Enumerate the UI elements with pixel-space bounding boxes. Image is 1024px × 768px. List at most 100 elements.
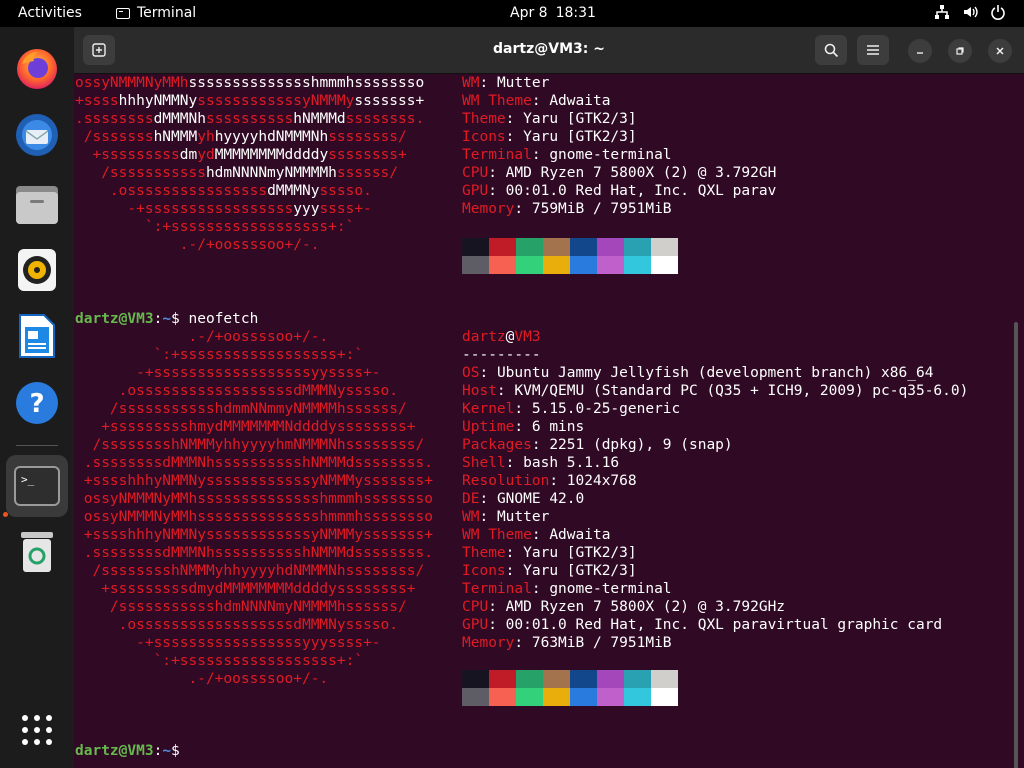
dock-show-apps[interactable] xyxy=(6,699,68,761)
art-fragment: ssssss/ xyxy=(336,165,399,181)
info-line: DE: GNOME 42.0 xyxy=(462,490,584,508)
info-colon: : xyxy=(479,75,497,91)
info-line: GPU: 00:01.0 Red Hat, Inc. QXL paravirtu… xyxy=(462,616,942,634)
art-line: +sssssssssdmydMMMMMMMMddddyssssssss+ xyxy=(75,581,416,597)
prompt-symbol: $ xyxy=(171,743,180,759)
activities-button[interactable]: Activities xyxy=(18,5,82,21)
info-colon: : xyxy=(531,147,550,163)
dock-trash[interactable] xyxy=(6,521,68,583)
info-line: Kernel: 5.15.0-25-generic xyxy=(462,400,680,418)
prompt-path: ~ xyxy=(162,743,172,759)
color-swatch xyxy=(489,688,516,706)
art-line: .ssssssssdMMMNhsssssssssshNMMMdssssssss. xyxy=(75,110,424,128)
prompt-symbol: $ xyxy=(171,311,180,327)
color-swatch xyxy=(570,238,597,256)
info-key: GPU xyxy=(462,617,489,633)
dock: ? >_ xyxy=(0,27,74,768)
info-colon: : xyxy=(479,491,497,507)
art-fragment: hNMMMd xyxy=(293,111,346,127)
art-fragment: yd xyxy=(197,147,215,163)
power-icon xyxy=(990,4,1006,20)
dock-thunderbird[interactable] xyxy=(6,104,68,166)
art-line: +sssshhhyNMMNyssssssssssssyNMMMysssssss+ xyxy=(75,473,433,489)
art-line: .ssssssssdMMMNhsssssssssshNMMMdssssssss. xyxy=(75,455,433,471)
info-value: AMD Ryzen 7 5800X (2) @ 3.792GHz xyxy=(505,599,786,615)
app-menu-button[interactable]: Terminal xyxy=(116,5,196,21)
info-key: Icons xyxy=(462,563,506,579)
dock-firefox[interactable] xyxy=(6,38,68,100)
info-value: gnome-terminal xyxy=(549,147,672,163)
info-value: 00:01.0 Red Hat, Inc. QXL paravirtual gr… xyxy=(505,617,943,633)
color-swatch xyxy=(489,256,516,274)
art-fragment: ssssssss/ xyxy=(328,129,407,145)
info-value: Yaru [GTK2/3] xyxy=(523,129,637,145)
search-button[interactable] xyxy=(815,35,847,65)
info-key: WM Theme xyxy=(462,527,532,543)
dock-terminal[interactable]: >_ xyxy=(6,455,68,517)
art-line: +ssssssssshmydMMMMMMMNddddyssssssss+ xyxy=(75,419,416,435)
header-underline: --------- xyxy=(462,347,541,363)
color-swatch xyxy=(570,688,597,706)
scrollbar[interactable] xyxy=(1014,322,1018,768)
info-key: CPU xyxy=(462,599,489,615)
info-line: WM: Mutter xyxy=(462,74,549,92)
menu-button[interactable] xyxy=(857,35,889,65)
art-fragment: ssssssssssssyNMMMy xyxy=(197,93,355,109)
info-colon: : xyxy=(514,635,532,651)
dock-files[interactable] xyxy=(6,173,68,235)
color-swatch xyxy=(651,688,678,706)
color-swatch xyxy=(597,256,624,274)
search-icon xyxy=(824,43,838,57)
info-key: Shell xyxy=(462,455,506,471)
info-colon: : xyxy=(531,437,550,453)
info-line: CPU: AMD Ryzen 7 5800X (2) @ 3.792GH xyxy=(462,164,776,182)
info-line: Memory: 759MiB / 7951MiB xyxy=(462,200,672,218)
color-swatch xyxy=(489,670,516,688)
info-value: KVM/QEMU (Standard PC (Q35 + ICH9, 2009)… xyxy=(514,383,969,399)
info-line: Icons: Yaru [GTK2/3] xyxy=(462,128,637,146)
info-colon: : xyxy=(531,527,550,543)
trash-icon xyxy=(21,532,53,572)
art-fragment: yh xyxy=(197,129,215,145)
info-key: Icons xyxy=(462,129,506,145)
info-value: gnome-terminal xyxy=(549,581,672,597)
art-line: +sssshhhyNMMNyssssssssssssyNMMMysssssss+ xyxy=(75,527,433,543)
art-line: .ossssssssssssssssssdMMMNysssso. xyxy=(75,617,399,633)
info-colon: : xyxy=(488,183,506,199)
user-host-header: dartz@VM3 xyxy=(462,328,541,346)
art-fragment: .ssssssss xyxy=(75,111,154,127)
art-line: /ssssssssssshdmmNNmmyNMMMMhssssss/ xyxy=(75,401,407,417)
art-fragment: sssso. xyxy=(319,183,372,199)
info-colon: : xyxy=(514,201,532,217)
info-value: Yaru [GTK2/3] xyxy=(523,545,637,561)
info-line: Terminal: gnome-terminal xyxy=(462,146,672,164)
prompt-line: dartz@VM3:~$ neofetch xyxy=(75,310,258,328)
info-value: Adwaita xyxy=(549,93,611,109)
maximize-button[interactable] xyxy=(948,39,972,63)
info-colon: : xyxy=(531,581,550,597)
libreoffice-writer-icon xyxy=(19,314,55,358)
color-swatch xyxy=(651,670,678,688)
dock-help[interactable]: ? xyxy=(6,372,68,434)
info-line: Shell: bash 5.1.16 xyxy=(462,454,619,472)
art-line: `:+ssssssssssssssssss+:` xyxy=(75,218,355,236)
clock-button[interactable]: Apr 8 18:31 xyxy=(510,5,596,21)
dock-separator xyxy=(16,445,58,446)
art-fragment: yyy xyxy=(293,201,320,217)
info-value: bash 5.1.16 xyxy=(523,455,620,471)
art-fragment: dMMMNy xyxy=(267,183,320,199)
dock-rhythmbox[interactable] xyxy=(6,239,68,301)
art-line: /ssssssshNMMMyhhyyyyhdNMMMNhssssssss/ xyxy=(75,128,407,146)
info-line: WM Theme: Adwaita xyxy=(462,526,610,544)
system-tray[interactable] xyxy=(934,4,1006,20)
info-key: Uptime xyxy=(462,419,515,435)
info-line: WM: Mutter xyxy=(462,508,549,526)
art-line: /ssssssssssshdmNNNNmyNMMMMhssssss/ xyxy=(75,599,407,615)
terminal-content[interactable]: ossyNMMMNyMMhsssssssssssssshmmmhssssssso… xyxy=(74,74,1024,768)
dock-writer[interactable] xyxy=(6,305,68,367)
info-colon: : xyxy=(549,473,567,489)
close-button[interactable] xyxy=(988,39,1012,63)
art-fragment: hhhyNMMNy xyxy=(118,93,198,109)
minimize-button[interactable] xyxy=(908,39,932,63)
volume-icon xyxy=(962,4,978,20)
